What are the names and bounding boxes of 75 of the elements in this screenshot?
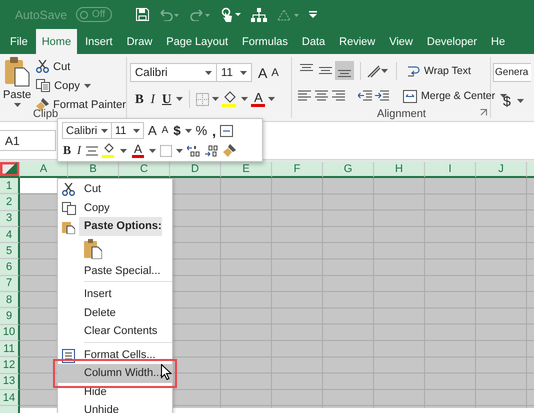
font-color-button[interactable]: A: [131, 144, 146, 158]
menu-item[interactable]: Paste Special...: [58, 262, 172, 280]
ribbon-tab[interactable]: Data: [296, 29, 332, 54]
grow-font-button[interactable]: A: [256, 64, 270, 82]
percent-button[interactable]: %: [194, 123, 208, 138]
column-header[interactable]: I: [425, 162, 476, 178]
column-header[interactable]: C: [119, 162, 170, 178]
row-header[interactable]: 10: [0, 324, 20, 341]
row-header[interactable]: 4: [0, 226, 20, 244]
row-header[interactable]: 3: [0, 210, 20, 227]
group-label: Alignment: [377, 108, 426, 120]
column-header[interactable]: J: [476, 162, 527, 178]
column-header[interactable]: G: [323, 162, 374, 178]
column-header[interactable]: E: [221, 162, 272, 178]
menu-item[interactable]: Delete: [58, 304, 172, 322]
menu-item[interactable]: Hide: [58, 382, 172, 401]
ribbon-tab[interactable]: View: [383, 29, 419, 54]
row-header[interactable]: 9: [0, 308, 20, 325]
ribbon-tab[interactable]: Insert: [79, 29, 119, 54]
menu-item[interactable]: Insert: [58, 285, 172, 304]
row-header[interactable]: 2: [0, 194, 20, 211]
italic-button[interactable]: I: [76, 143, 82, 158]
underline-button[interactable]: U: [160, 90, 174, 108]
bold-button[interactable]: B: [133, 90, 146, 108]
italic-button[interactable]: I: [148, 90, 158, 108]
row-header[interactable]: 7: [0, 276, 20, 292]
menu-section-header: Paste Options:: [79, 217, 162, 236]
row-header[interactable]: 6: [0, 259, 20, 276]
accounting-format-button[interactable]: $: [501, 92, 513, 110]
shrink-font-button[interactable]: A: [160, 125, 170, 136]
name-box[interactable]: A1: [0, 130, 56, 151]
row-header[interactable]: 11: [0, 340, 20, 358]
comma-style-button[interactable]: ,: [211, 122, 218, 138]
group-label: Clipb: [33, 108, 58, 120]
font-size-field[interactable]: 11: [112, 122, 144, 139]
font-color-button[interactable]: A: [251, 92, 266, 106]
column-header[interactable]: D: [170, 162, 221, 178]
ribbon-tab[interactable]: File: [4, 29, 34, 54]
copy-button[interactable]: Copy: [34, 78, 128, 93]
cut-button[interactable]: Cut: [34, 59, 128, 74]
bold-button[interactable]: B: [62, 143, 72, 158]
ribbon-tab[interactable]: Draw: [120, 29, 158, 54]
column-header[interactable]: F: [272, 162, 323, 178]
ribbon-tab[interactable]: Developer: [420, 29, 484, 54]
menu-item[interactable]: Format Cells...: [58, 346, 172, 364]
row-header[interactable]: 5: [0, 243, 20, 260]
row-header[interactable]: 14: [0, 390, 20, 406]
menu-item[interactable]: Cut: [58, 180, 172, 198]
ribbon-tab[interactable]: Review: [333, 29, 382, 54]
wrap-text-button[interactable]: Wrap Text: [405, 62, 473, 78]
ribbon-tab[interactable]: Home: [36, 29, 78, 54]
menu-item[interactable]: Clear Contents: [58, 322, 172, 340]
row-header[interactable]: 13: [0, 374, 20, 390]
row-header[interactable]: 8: [0, 292, 20, 308]
column-header[interactable]: B: [68, 162, 119, 178]
grow-font-button[interactable]: A: [147, 123, 158, 138]
merge-center-button[interactable]: Merge & Center: [401, 88, 498, 104]
number-format-field[interactable]: Genera: [493, 63, 531, 82]
column-header[interactable]: A: [20, 162, 68, 178]
column-header[interactable]: H: [374, 162, 425, 178]
accounting-format-button[interactable]: $: [172, 123, 182, 138]
shrink-font-button[interactable]: A: [269, 66, 281, 80]
ribbon-tab[interactable]: He: [485, 29, 512, 54]
menu-item[interactable]: Copy: [58, 198, 172, 217]
menu-item[interactable]: Column Width...: [58, 364, 172, 382]
row-header[interactable]: 1: [0, 178, 20, 194]
row-header[interactable]: 12: [0, 357, 20, 374]
menu-item[interactable]: Unhide: [58, 401, 172, 413]
font-name-field[interactable]: Calibri: [62, 122, 112, 139]
ribbon-tab[interactable]: Page Layout: [160, 29, 234, 54]
autosave-label: AutoSave: [15, 8, 68, 22]
font-size-field[interactable]: 11: [217, 63, 252, 82]
paste-button[interactable]: Paste: [3, 57, 32, 107]
ribbon-tab[interactable]: Formulas: [236, 29, 294, 54]
font-name-field[interactable]: Calibri: [130, 63, 217, 82]
